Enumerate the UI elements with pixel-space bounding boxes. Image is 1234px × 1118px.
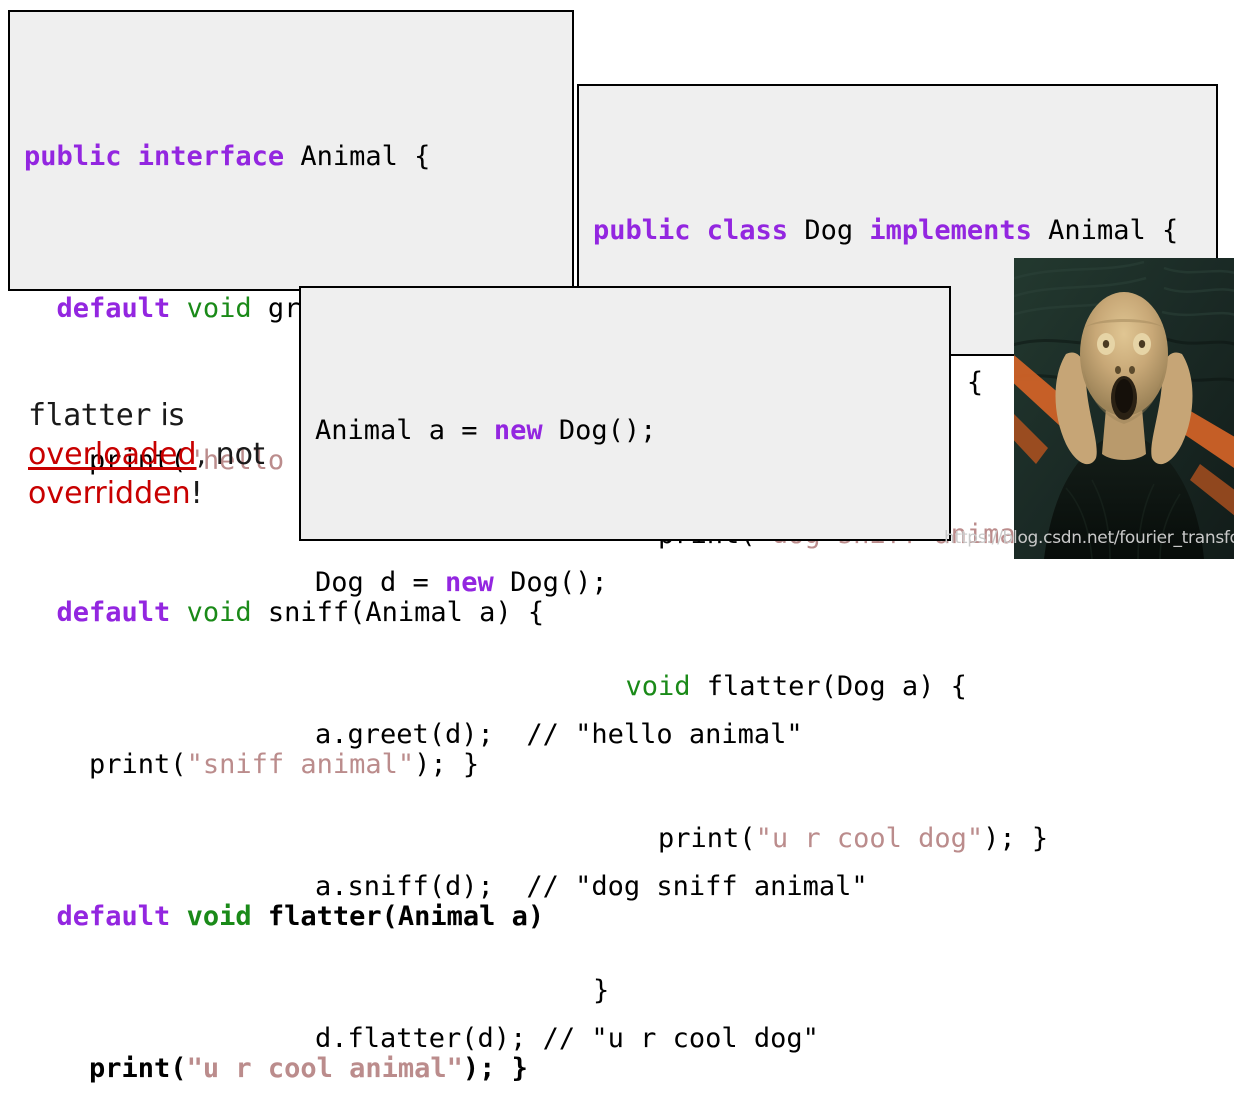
code-token-plain: a.sniff(d); // "dog sniff animal" [315, 871, 868, 902]
code-line: void flatter(Dog a) { [593, 668, 1216, 706]
code-token-type: void [186, 901, 268, 932]
code-token-keyword: new [445, 567, 511, 598]
code-line: a.greet(d); // "hello animal" [315, 716, 949, 754]
code-token-plain: d.flatter(d); // "u r cool dog" [315, 1023, 819, 1054]
code-token-plain: Animal { [1048, 215, 1179, 246]
caption-annotation: flatter is overloaded, not overridden! [28, 396, 290, 513]
code-token-type: void [625, 671, 707, 702]
code-token-keyword: public class [593, 215, 805, 246]
code-token-keyword: default [56, 293, 187, 324]
code-token-plain: ); } [983, 823, 1049, 854]
caption-line-2-rest: , not [196, 437, 265, 472]
caption-line-1: flatter is [28, 396, 290, 435]
code-token-plain: a.greet(d); // "hello animal" [315, 719, 803, 750]
caption-method-name: flatter [28, 398, 151, 433]
code-token-indent [24, 901, 57, 932]
code-token-indent [593, 671, 626, 702]
code-token-plain: Dog(); [558, 415, 657, 446]
code-block-interface-animal: public interface Animal { default void g… [8, 10, 574, 1084]
code-token-type: void [186, 597, 268, 628]
caption-line-1-rest: is [150, 398, 185, 433]
code-token-indent [24, 597, 57, 628]
code-token-plain: print( [593, 823, 756, 854]
code-line: Dog d = new Dog(); [315, 564, 949, 602]
code-line: d.flatter(d); // "u r cool dog" [315, 1020, 949, 1058]
code-token-keyword: new [493, 415, 559, 446]
code-token-indent [24, 293, 57, 324]
code-block-usage-example: Animal a = new Dog(); Dog d = new Dog();… [299, 286, 951, 1054]
code-line: public class Dog implements Animal { [593, 212, 1216, 250]
caption-overridden-emphasis: overridden [28, 476, 191, 511]
code-token-plain: print( [24, 749, 187, 780]
code-token-type: void [186, 293, 268, 324]
code-token-string: "u r cool dog" [755, 823, 984, 854]
the-scream-painting-detail [1014, 258, 1234, 559]
code-token-plain: Animal { [300, 141, 431, 172]
code-token-plain: Animal a = [315, 415, 494, 446]
code-token-plain: Dog [804, 215, 870, 246]
code-token-plain: print( [24, 1053, 187, 1084]
code-line: a.sniff(d); // "dog sniff animal" [315, 868, 949, 906]
code-line: Animal a = new Dog(); [315, 412, 949, 450]
watermark-url: https://blog.csdn.net/fourier_transforme… [944, 528, 1234, 548]
code-token-plain: } [593, 975, 610, 1006]
code-token-keyword: default [56, 901, 187, 932]
code-line: print("u r cool dog"); } [593, 820, 1216, 858]
code-token-keyword: public interface [24, 141, 301, 172]
caption-line-3: overridden! [28, 474, 290, 513]
code-token-plain: Dog(); [510, 567, 608, 598]
the-scream-illustration [1014, 258, 1234, 559]
caption-overloaded-emphasis: overloaded [28, 437, 197, 472]
code-token-keyword: default [56, 597, 187, 628]
code-line: } [593, 972, 1216, 1010]
caption-line-3-rest: ! [190, 476, 203, 511]
code-token-keyword: implements [869, 215, 1049, 246]
code-token-plain: flatter(Dog a) { [706, 671, 967, 702]
code-line: public interface Animal { [24, 138, 572, 176]
code-token-plain: Dog d = [315, 567, 446, 598]
caption-line-2: overloaded, not [28, 435, 290, 474]
